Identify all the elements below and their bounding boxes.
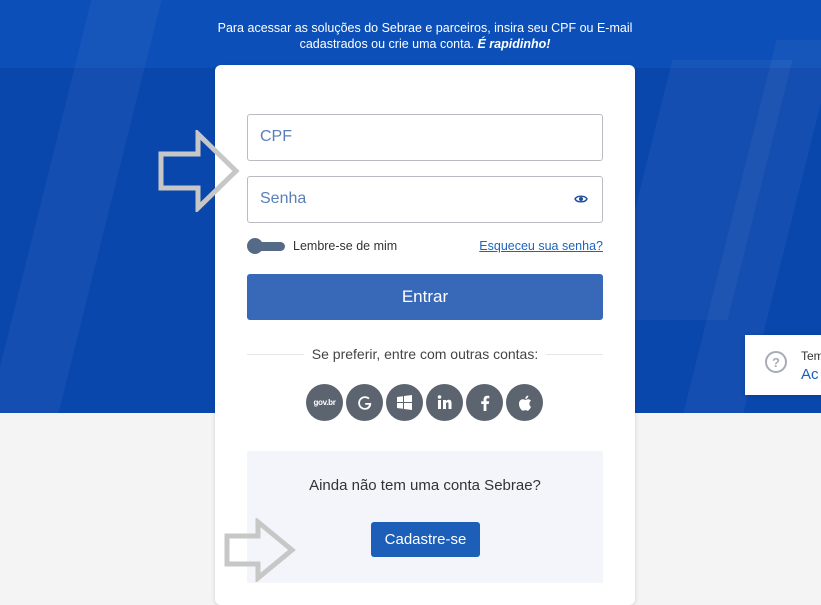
signup-button[interactable]: Cadastre-se <box>371 522 480 557</box>
eye-icon[interactable] <box>574 192 588 206</box>
govbr-login-button[interactable]: gov.br <box>306 384 343 421</box>
facebook-login-button[interactable] <box>466 384 503 421</box>
linkedin-login-button[interactable] <box>426 384 463 421</box>
windows-icon <box>397 395 412 410</box>
intro-line-1: Para acessar as soluções do Sebrae e par… <box>217 21 633 35</box>
help-widget[interactable]: ? Tem Ac <box>745 335 821 395</box>
social-divider-text: Se preferir, entre com outras contas: <box>311 346 539 362</box>
help-widget-title: Tem <box>801 349 821 363</box>
intro-line-2: cadastrados ou crie uma conta. É rapidin… <box>160 36 690 52</box>
remember-toggle[interactable] <box>247 238 285 254</box>
toggle-knob <box>247 238 263 254</box>
intro-emphasis: É rapidinho! <box>477 37 551 51</box>
social-divider: Se preferir, entre com outras contas: <box>247 346 604 362</box>
govbr-icon: gov.br <box>313 398 336 407</box>
apple-login-button[interactable] <box>506 384 543 421</box>
intro-line-2-text: cadastrados ou crie uma conta. <box>299 37 474 51</box>
cpf-field[interactable] <box>247 114 603 161</box>
remember-label: Lembre-se de mim <box>293 239 398 253</box>
password-input[interactable] <box>248 177 560 220</box>
social-login-list: gov.br <box>306 384 546 421</box>
divider-line <box>247 353 304 355</box>
apple-icon <box>518 395 531 411</box>
help-widget-link[interactable]: Ac <box>801 366 819 383</box>
microsoft-login-button[interactable] <box>386 384 423 421</box>
divider-line <box>546 353 604 355</box>
google-login-button[interactable] <box>346 384 383 421</box>
signup-panel: Ainda não tem uma conta Sebrae? Cadastre… <box>247 451 603 583</box>
login-button[interactable]: Entrar <box>247 274 603 320</box>
facebook-icon <box>480 395 489 411</box>
forgot-password-link[interactable]: Esqueceu sua senha? <box>479 239 603 253</box>
linkedin-icon <box>437 395 452 409</box>
remember-me[interactable]: Lembre-se de mim <box>247 238 397 254</box>
signup-question: Ainda não tem uma conta Sebrae? <box>309 477 541 494</box>
arrow-right-icon <box>224 518 296 582</box>
question-icon: ? <box>765 351 787 373</box>
intro-text: Para acessar as soluções do Sebrae e par… <box>160 20 690 52</box>
google-icon <box>357 395 371 410</box>
password-field[interactable] <box>247 176 603 223</box>
cpf-input[interactable] <box>248 115 560 158</box>
arrow-right-icon <box>158 130 240 212</box>
